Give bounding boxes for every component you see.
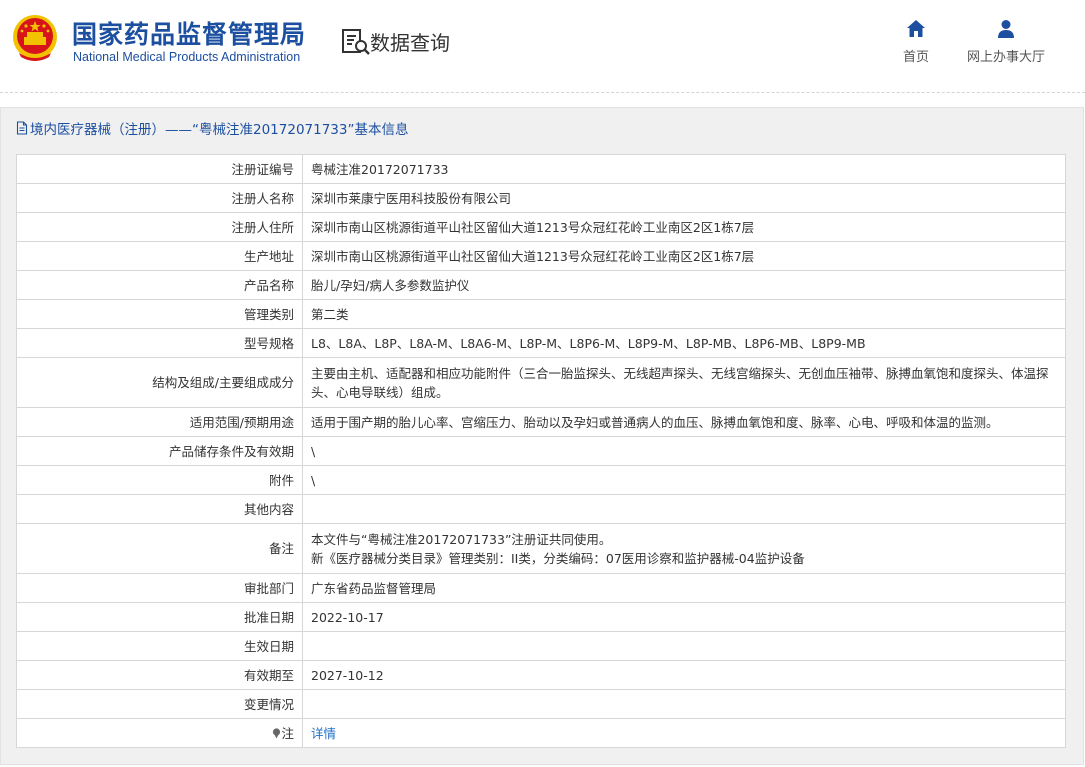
- national-emblem-logo[interactable]: [11, 13, 59, 63]
- field-label: 管理类别: [16, 299, 303, 329]
- field-value: \: [302, 436, 1066, 466]
- user-icon: [998, 20, 1014, 38]
- field-value: [302, 689, 1066, 719]
- data-query-icon: [342, 29, 370, 55]
- field-value: 适用于围产期的胎儿心率、宫缩压力、胎动以及孕妇或普通病人的血压、脉搏血氧饱和度、…: [302, 407, 1066, 437]
- field-label: 生效日期: [16, 631, 303, 661]
- field-value: 主要由主机、适配器和相应功能附件（三合一胎监探头、无线超声探头、无线宫缩探头、无…: [302, 357, 1066, 408]
- table-row: 生效日期: [16, 631, 1066, 661]
- detail-panel: 境内医疗器械（注册）——“粤械注准20172071733”基本信息 注册证编号 …: [0, 107, 1084, 765]
- table-row: 结构及组成/主要组成成分 主要由主机、适配器和相应功能附件（三合一胎监探头、无线…: [16, 357, 1066, 408]
- field-value: 第二类: [302, 299, 1066, 329]
- nav-home-label: 首页: [902, 50, 929, 65]
- table-row: 审批部门 广东省药品监督管理局: [16, 573, 1066, 603]
- header-divider: [0, 92, 1085, 94]
- field-value: 2027-10-12: [302, 660, 1066, 690]
- table-row: 批准日期 2022-10-17: [16, 602, 1066, 632]
- field-label: 结构及组成/主要组成成分: [16, 357, 303, 408]
- field-value: L8、L8A、L8P、L8A-M、L8A6-M、L8P-M、L8P6-M、L8P…: [302, 328, 1066, 358]
- home-icon: [907, 20, 925, 37]
- table-row: 注册人住所 深圳市南山区桃源街道平山社区留仙大道1213号众冠红花岭工业南区2区…: [16, 212, 1066, 242]
- table-row: 变更情况: [16, 689, 1066, 719]
- section-title: 数据查询: [370, 31, 450, 55]
- field-label: 有效期至: [16, 660, 303, 690]
- field-value: [302, 494, 1066, 524]
- field-label: 注册证编号: [16, 154, 303, 184]
- table-row: 备注 本文件与“粤械注准20172071733”注册证共同使用。 新《医疗器械分…: [16, 523, 1066, 574]
- field-label: 产品储存条件及有效期: [16, 436, 303, 466]
- site-subtitle: National Medical Products Administration: [73, 50, 301, 64]
- field-label: 变更情况: [16, 689, 303, 719]
- table-row: 注册证编号 粤械注准20172071733: [16, 154, 1066, 184]
- table-row: 有效期至 2027-10-12: [16, 660, 1066, 690]
- nav-online-hall-link[interactable]: 网上办事大厅: [964, 18, 1048, 65]
- field-label: 产品名称: [16, 270, 303, 300]
- note-label-cell: 注: [16, 718, 303, 748]
- field-value: 本文件与“粤械注准20172071733”注册证共同使用。 新《医疗器械分类目录…: [302, 523, 1066, 574]
- breadcrumb-text[interactable]: 境内医疗器械（注册）——“粤械注准20172071733”基本信息: [30, 118, 408, 138]
- remark-line-2: 新《医疗器械分类目录》管理类别：II类，分类编码：07医用诊察和监护器械-04监…: [311, 550, 805, 566]
- nav-home-link[interactable]: 首页: [898, 18, 934, 65]
- table-row: 管理类别 第二类: [16, 299, 1066, 329]
- table-row: 产品储存条件及有效期 \: [16, 436, 1066, 466]
- document-icon: [16, 121, 28, 135]
- field-value: 深圳市南山区桃源街道平山社区留仙大道1213号众冠红花岭工业南区2区1栋7层: [302, 212, 1066, 242]
- field-value: \: [302, 465, 1066, 495]
- site-header: 国家药品监督管理局 National Medical Products Admi…: [0, 0, 1085, 92]
- field-value: 深圳市南山区桃源街道平山社区留仙大道1213号众冠红花岭工业南区2区1栋7层: [302, 241, 1066, 271]
- table-row: 产品名称 胎儿/孕妇/病人多参数监护仪: [16, 270, 1066, 300]
- field-label: 其他内容: [16, 494, 303, 524]
- table-row: 附件 \: [16, 465, 1066, 495]
- field-label: 批准日期: [16, 602, 303, 632]
- site-title[interactable]: 国家药品监督管理局: [72, 15, 306, 51]
- field-value: 广东省药品监督管理局: [302, 573, 1066, 603]
- field-label: 生产地址: [16, 241, 303, 271]
- table-row: 生产地址 深圳市南山区桃源街道平山社区留仙大道1213号众冠红花岭工业南区2区1…: [16, 241, 1066, 271]
- field-value: 胎儿/孕妇/病人多参数监护仪: [302, 270, 1066, 300]
- details-link[interactable]: 详情: [311, 726, 336, 741]
- field-label: 型号规格: [16, 328, 303, 358]
- nav-online-hall-label: 网上办事大厅: [966, 50, 1045, 65]
- field-label: 适用范围/预期用途: [16, 407, 303, 437]
- breadcrumb: 境内医疗器械（注册）——“粤械注准20172071733”基本信息: [16, 118, 408, 138]
- field-label: 注册人名称: [16, 183, 303, 213]
- field-value: 详情: [302, 718, 1066, 748]
- field-label: 注: [281, 725, 294, 741]
- field-label: 附件: [16, 465, 303, 495]
- remark-line-1: 本文件与“粤械注准20172071733”注册证共同使用。: [311, 531, 612, 547]
- table-row: 注 详情: [16, 718, 1066, 748]
- field-label: 备注: [16, 523, 303, 574]
- registration-info-table: 注册证编号 粤械注准20172071733 注册人名称 深圳市莱康宁医用科技股份…: [16, 154, 1066, 748]
- table-row: 其他内容: [16, 494, 1066, 524]
- field-value: 2022-10-17: [302, 602, 1066, 632]
- table-row: 型号规格 L8、L8A、L8P、L8A-M、L8A6-M、L8P-M、L8P6-…: [16, 328, 1066, 358]
- field-value: [302, 631, 1066, 661]
- field-label: 注册人住所: [16, 212, 303, 242]
- table-row: 适用范围/预期用途 适用于围产期的胎儿心率、宫缩压力、胎动以及孕妇或普通病人的血…: [16, 407, 1066, 437]
- field-label: 审批部门: [16, 573, 303, 603]
- field-value: 粤械注准20172071733: [302, 154, 1066, 184]
- table-row: 注册人名称 深圳市莱康宁医用科技股份有限公司: [16, 183, 1066, 213]
- field-value: 深圳市莱康宁医用科技股份有限公司: [302, 183, 1066, 213]
